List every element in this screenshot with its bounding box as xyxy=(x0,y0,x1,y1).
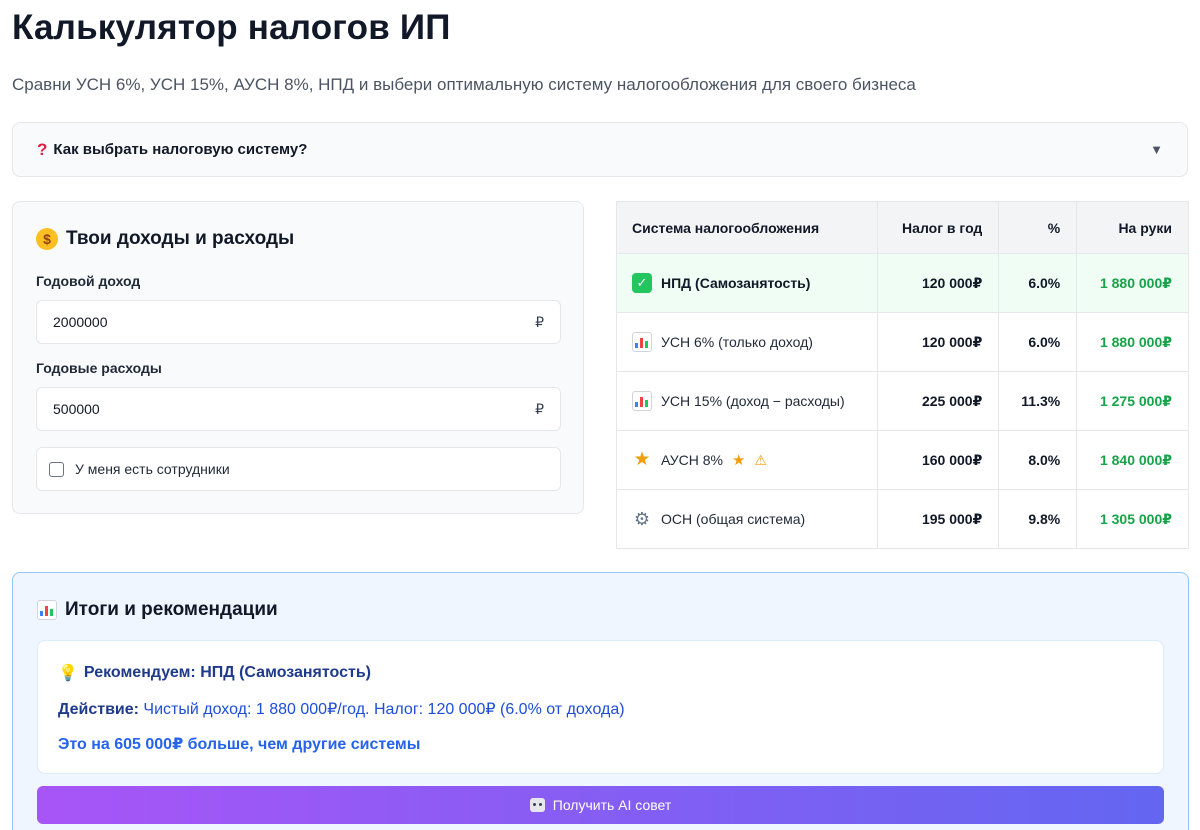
summary-panel: Итоги и рекомендации 💡 Рекомендуем: НПД … xyxy=(12,572,1189,830)
employees-checkbox-row[interactable]: У меня есть сотрудники xyxy=(36,447,561,491)
percent-value: 6.0% xyxy=(998,253,1078,313)
recommendation-text: Рекомендуем: НПД (Самозанятость) xyxy=(83,664,371,681)
expenses-input[interactable] xyxy=(53,401,536,417)
gear-icon: ⚙ xyxy=(633,509,651,529)
ai-button-label: Получить AI совет xyxy=(552,797,672,813)
action-label: Действие: xyxy=(58,701,139,718)
table-row: ✓ НПД (Самозанятость) 120 000₽ 6.0% 1 88… xyxy=(616,253,1189,313)
header-percent: % xyxy=(998,201,1078,254)
star-icon: ★ xyxy=(633,449,651,470)
employees-label: У меня есть сотрудники xyxy=(75,461,230,477)
page-subtitle: Сравни УСН 6%, УСН 15%, АУСН 8%, НПД и в… xyxy=(12,75,916,94)
table-row: УСН 15% (доход − расходы) 225 000₽ 11.3%… xyxy=(616,371,1189,431)
tax-value: 225 000₽ xyxy=(876,371,1000,431)
money-bag-icon: $ xyxy=(36,228,58,250)
net-value: 1 880 000₽ xyxy=(1076,253,1189,313)
lightbulb-icon: 💡 xyxy=(58,665,78,682)
summary-title-text: Итоги и рекомендации xyxy=(65,599,278,620)
net-value: 1 840 000₽ xyxy=(1076,430,1189,490)
card-title-text: Твои доходы и расходы xyxy=(66,228,295,249)
income-expenses-card: $ Твои доходы и расходы Годовой доход ₽ … xyxy=(12,201,584,514)
summary-title: Итоги и рекомендации xyxy=(37,599,278,621)
chart-icon xyxy=(37,600,57,620)
tax-value: 160 000₽ xyxy=(876,430,1000,490)
header-net: На руки xyxy=(1076,201,1189,254)
expenses-label: Годовые расходы xyxy=(36,360,162,376)
header-tax: Налог в год xyxy=(876,201,1000,254)
check-icon: ✓ xyxy=(632,273,652,293)
percent-value: 8.0% xyxy=(998,430,1078,490)
income-field-wrapper: ₽ xyxy=(36,300,561,344)
table-row: УСН 6% (только доход) 120 000₽ 6.0% 1 88… xyxy=(616,312,1189,372)
system-name: АУСН 8% xyxy=(661,452,723,468)
card-title: $ Твои доходы и расходы xyxy=(36,228,294,250)
net-value: 1 275 000₽ xyxy=(1076,371,1189,431)
income-label: Годовой доход xyxy=(36,273,141,289)
net-value: 1 305 000₽ xyxy=(1076,489,1189,549)
system-name: ОСН (общая система) xyxy=(661,511,806,527)
table-row: ⚙ ОСН (общая система) 195 000₽ 9.8% 1 30… xyxy=(616,489,1189,549)
percent-value: 9.8% xyxy=(998,489,1078,549)
star-icon: ★ xyxy=(731,452,746,469)
system-name: УСН 15% (доход − расходы) xyxy=(661,393,845,409)
recommendation-box: 💡 Рекомендуем: НПД (Самозанятость) Дейст… xyxy=(37,640,1164,774)
question-icon: ? xyxy=(37,139,48,159)
percent-value: 11.3% xyxy=(998,371,1078,431)
income-input[interactable] xyxy=(53,314,536,330)
action-text: Чистый доход: 1 880 000₽/год. Налог: 120… xyxy=(143,701,625,718)
system-name: НПД (Самозанятость) xyxy=(661,275,811,291)
faq-label: Как выбрать налоговую систему? xyxy=(53,141,308,158)
chevron-down-icon[interactable]: ▼ xyxy=(1150,142,1163,157)
currency-label: ₽ xyxy=(535,400,544,417)
expenses-field-wrapper: ₽ xyxy=(36,387,561,431)
table-header-row: Система налогообложения Налог в год % На… xyxy=(616,201,1189,254)
chart-icon xyxy=(632,332,652,352)
system-name: УСН 6% (только доход) xyxy=(661,334,813,350)
page-title: Калькулятор налогов ИП xyxy=(12,8,451,47)
table-row: ★ АУСН 8% ★ ⚠ 160 000₽ 8.0% 1 840 000₽ xyxy=(616,430,1189,490)
percent-value: 6.0% xyxy=(998,312,1078,372)
tax-value: 120 000₽ xyxy=(876,253,1000,313)
faq-accordion[interactable]: ? Как выбрать налоговую систему? ▼ xyxy=(12,122,1188,177)
robot-icon xyxy=(529,798,545,812)
warning-icon: ⚠ xyxy=(754,451,767,468)
recommendation-action: Действие: Чистый доход: 1 880 000₽/год. … xyxy=(58,699,625,719)
tax-value: 195 000₽ xyxy=(876,489,1000,549)
recommendation-extra: Это на 605 000₽ больше, чем другие систе… xyxy=(58,736,421,753)
chart-icon xyxy=(632,391,652,411)
ai-advice-button[interactable]: Получить AI совет xyxy=(37,786,1164,824)
recommendation-heading: 💡 Рекомендуем: НПД (Самозанятость) xyxy=(58,663,371,683)
tax-value: 120 000₽ xyxy=(876,312,1000,372)
currency-label: ₽ xyxy=(535,313,544,330)
employees-checkbox[interactable] xyxy=(49,461,64,477)
header-system: Система налогообложения xyxy=(616,201,878,254)
net-value: 1 880 000₽ xyxy=(1076,312,1189,372)
tax-comparison-table: Система налогообложения Налог в год % На… xyxy=(616,201,1189,549)
